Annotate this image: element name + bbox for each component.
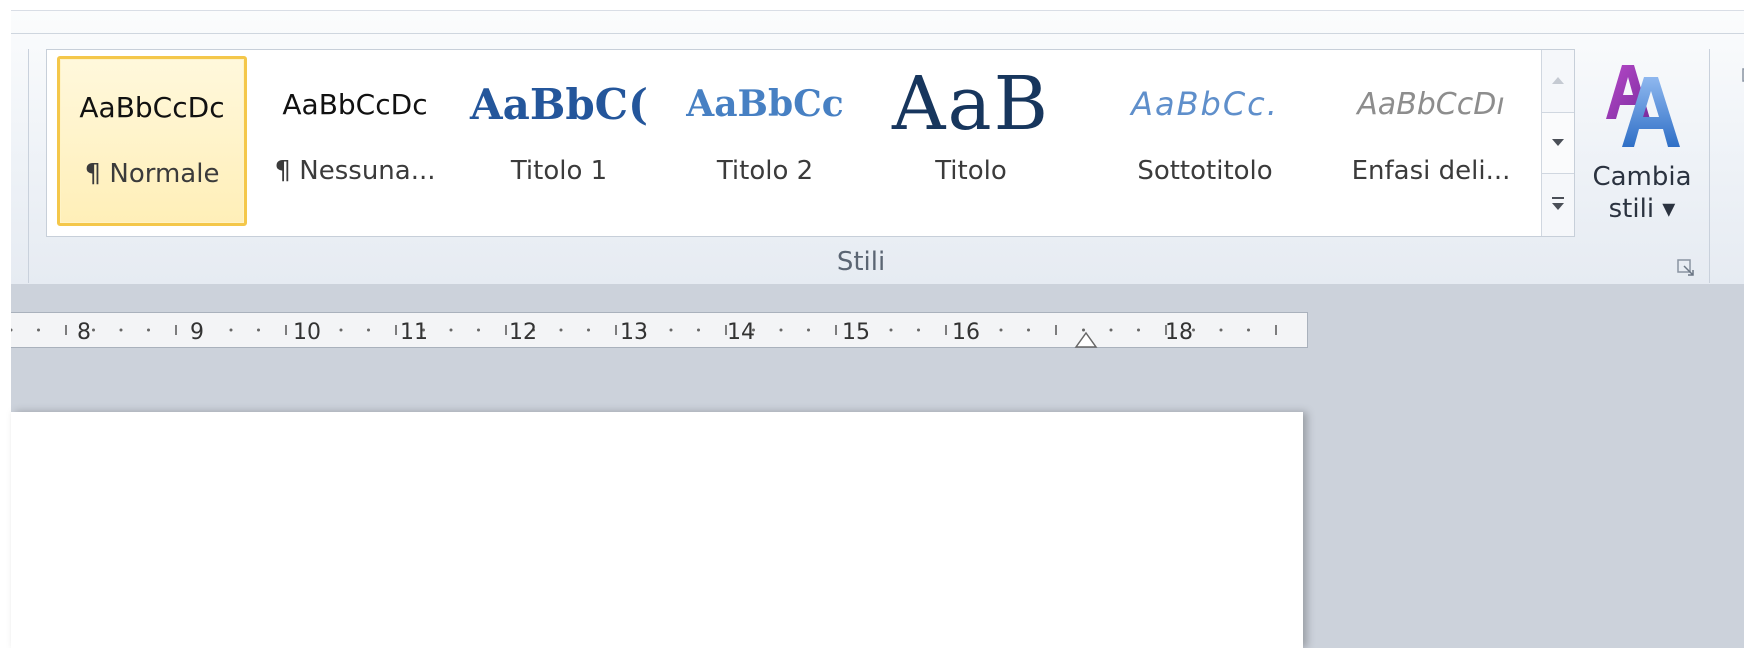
indent-marker-icon[interactable]	[1074, 331, 1098, 348]
change-styles-label-line2: stili ▾	[1608, 194, 1676, 224]
ruler-dot	[37, 328, 40, 332]
ribbon: AaBbCcDc ¶ Normale AaBbCcDc ¶ Nessuna...…	[11, 10, 1744, 285]
ruler-number: 9	[190, 320, 204, 345]
ruler-number: 18	[1165, 320, 1193, 345]
ruler-dot	[147, 328, 150, 332]
ruler-number: 11	[400, 320, 428, 345]
ruler-dot	[11, 328, 13, 332]
ribbon-divider	[11, 33, 1744, 34]
horizontal-ruler[interactable]: 8 9 10 11 12 13 14 15 16 18	[11, 312, 1308, 348]
window-left-edge	[0, 0, 11, 648]
style-titolo[interactable]: AaB Titolo	[871, 56, 1071, 226]
style-titolo-2[interactable]: AaBbCc Titolo 2	[665, 56, 865, 226]
style-preview: AaBbCc.	[1131, 85, 1279, 123]
ruler-ticks: 8 9 10 11 12 13 14 15 16 18	[11, 320, 1277, 348]
change-styles-label: Cambia stili ▾	[1592, 161, 1691, 225]
ruler-dot	[1219, 328, 1223, 332]
style-preview: AaBbCcDc	[282, 87, 428, 121]
ruler-dot	[999, 328, 1003, 332]
style-preview: AaBbC(	[470, 79, 648, 129]
group-divider	[28, 49, 29, 283]
ruler-dot	[917, 328, 920, 332]
style-label: ¶ Nessuna...	[274, 156, 436, 186]
style-sottotitolo[interactable]: AaBbCc. Sottotitolo	[1117, 56, 1293, 226]
style-titolo-1[interactable]: AaBbC( Titolo 1	[459, 56, 659, 226]
change-styles-label-line1: Cambia	[1592, 162, 1692, 192]
scroll-down-icon[interactable]	[1542, 112, 1574, 174]
document-page[interactable]	[11, 412, 1303, 648]
style-preview: AaB	[892, 61, 1050, 147]
ruler-dot	[1247, 328, 1250, 332]
styles-gallery: AaBbCcDc ¶ Normale AaBbCcDc ¶ Nessuna...…	[46, 49, 1575, 237]
style-label: Titolo	[935, 156, 1007, 186]
group-divider	[1709, 49, 1710, 283]
style-preview: AaBbCcDı	[1357, 86, 1505, 122]
style-label: ¶ Normale	[84, 159, 220, 189]
ruler-dot	[889, 328, 893, 332]
change-styles-icon	[1606, 65, 1680, 147]
gallery-scroll	[1541, 50, 1574, 236]
ruler-dot	[449, 328, 453, 332]
style-enfasi-delicata[interactable]: AaBbCcDı Enfasi deli...	[1327, 56, 1535, 226]
ruler-dot	[339, 328, 343, 332]
document-workspace: 8 9 10 11 12 13 14 15 16 18	[11, 284, 1744, 648]
ruler-dot	[669, 328, 673, 332]
next-group-partial-icon	[1742, 68, 1744, 82]
dialog-launcher-icon[interactable]	[1677, 259, 1695, 277]
ruler-number: 8	[77, 320, 91, 345]
ruler-number: 15	[842, 320, 870, 345]
style-normale[interactable]: AaBbCcDc ¶ Normale	[57, 56, 247, 226]
style-label: Enfasi deli...	[1351, 156, 1511, 186]
group-label-stili: Stili	[836, 247, 886, 277]
style-preview: AaBbCc	[686, 83, 844, 125]
change-styles-button[interactable]: Cambia stili ▾	[1583, 51, 1701, 241]
ruler-dot	[1082, 328, 1085, 332]
ruler-number: 13	[620, 320, 648, 345]
ruler-dot	[1109, 328, 1113, 332]
style-nessuna-spaziatura[interactable]: AaBbCcDc ¶ Nessuna...	[255, 56, 455, 226]
ruler-dot	[559, 328, 563, 332]
style-label: Titolo 2	[716, 156, 814, 186]
ruler-dot	[477, 328, 480, 332]
ruler-dot	[229, 328, 233, 332]
ruler-dot	[1027, 328, 1030, 332]
ruler-dot	[367, 328, 370, 332]
style-preview: AaBbCcDc	[79, 90, 225, 124]
ruler-dot	[257, 328, 260, 332]
ruler-number: 10	[293, 320, 321, 345]
ruler-number: 16	[952, 320, 980, 345]
ruler-dot	[779, 328, 783, 332]
scroll-up-icon[interactable]	[1542, 50, 1574, 110]
style-label: Titolo 1	[510, 156, 608, 186]
ruler-number: 12	[509, 320, 537, 345]
ruler-dot	[119, 328, 123, 332]
ruler-dot	[807, 328, 810, 332]
ruler-dot	[92, 328, 95, 332]
style-label: Sottotitolo	[1137, 156, 1273, 186]
ruler-dot	[587, 328, 590, 332]
gallery-more-icon[interactable]	[1542, 174, 1574, 234]
ruler-dot	[1137, 328, 1140, 332]
ruler-dot	[697, 328, 700, 332]
ruler-number: 14	[727, 320, 755, 345]
